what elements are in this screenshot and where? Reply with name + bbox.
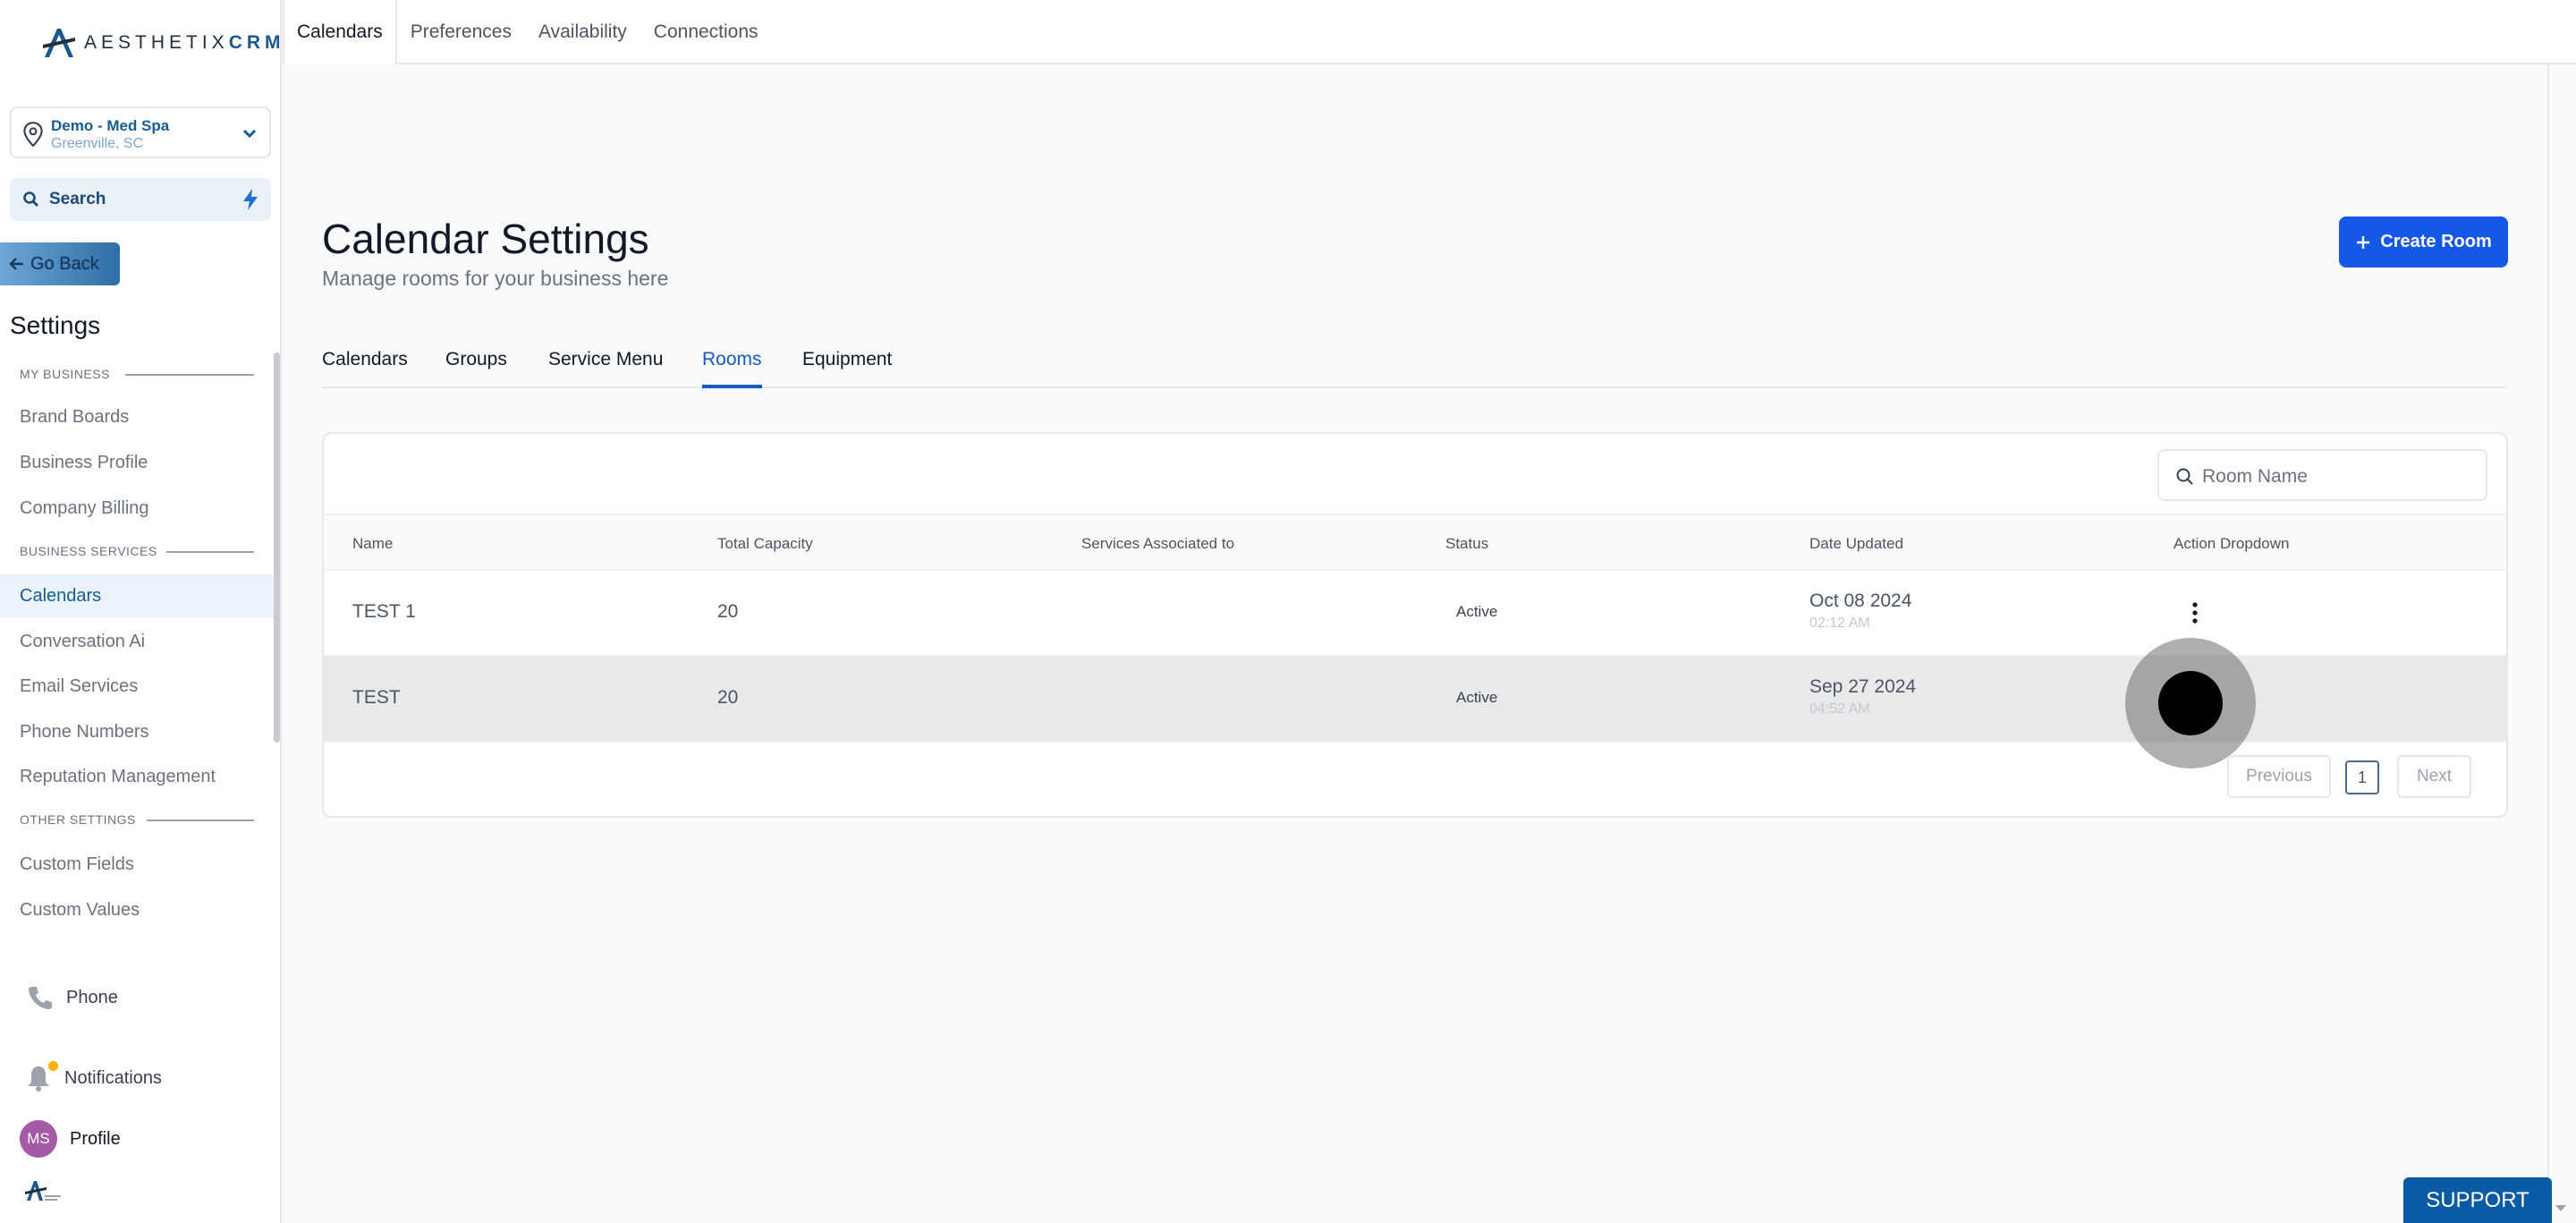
logo-text: AESTHETIXCRM [84,32,285,53]
time-updated: 02:12 AM [1809,616,1870,631]
sidebar-item-email-services[interactable]: Email Services [0,665,274,708]
location-city: Greenville, SC [51,136,144,151]
chevron-down-icon[interactable] [2555,1204,2567,1213]
toptab-calendars[interactable]: Calendars [283,0,397,64]
notifications-button[interactable]: Notifications [25,1061,162,1093]
create-room-button[interactable]: Create Room [2339,217,2508,268]
settings-tabs: Calendars Groups Service Menu Rooms Equi… [322,342,2508,388]
room-capacity: 20 [717,687,739,708]
tab-groups[interactable]: Groups [445,349,507,388]
lightning-icon[interactable] [241,188,260,211]
brand-logo[interactable]: AESTHETIXCRM [41,25,285,61]
create-room-label: Create Room [2380,232,2492,251]
location-switcher[interactable]: Demo - Med Spa Greenville, SC [10,106,271,158]
small-logo-icon [25,1181,61,1201]
phone-icon [29,987,52,1009]
toptab-preferences[interactable]: Preferences [397,0,525,64]
room-name-search[interactable]: Room Name [2157,449,2487,501]
support-button[interactable]: SUPPORT [2403,1177,2552,1223]
go-back-label: Go Back [30,253,99,274]
sidebar-scrollbar[interactable] [274,352,280,743]
sidebar-item-calendars[interactable]: Calendars [0,574,274,617]
status-badge: Active [1456,689,1498,706]
search-icon [23,191,38,207]
column-name[interactable]: Name [352,535,393,553]
section-business-services: BUSINESS SERVICES [20,544,157,558]
room-name: TEST [352,687,401,708]
notification-dot [48,1061,58,1071]
column-services[interactable]: Services Associated to [1081,535,1234,553]
sidebar-item-conversation-ai[interactable]: Conversation Ai [0,620,274,663]
page-number-button[interactable]: 1 [2345,760,2379,794]
room-capacity: 20 [717,601,739,622]
click-indicator-dot [2158,671,2223,735]
tab-service-menu[interactable]: Service Menu [548,349,663,388]
location-name: Demo - Med Spa [51,117,170,134]
column-total-capacity[interactable]: Total Capacity [717,535,813,553]
chevron-down-icon [242,129,257,139]
column-date-updated[interactable]: Date Updated [1809,535,1903,553]
date-updated: Sep 27 2024 [1809,676,1917,697]
go-back-button[interactable]: Go Back [0,242,120,285]
page-scrollbar[interactable] [2547,64,2576,1223]
column-action-dropdown: Action Dropdown [2174,535,2290,552]
toptab-connections[interactable]: Connections [640,0,772,64]
room-name-placeholder: Room Name [2202,466,2308,487]
previous-page-button[interactable]: Previous [2227,755,2331,798]
top-tabs: Calendars Preferences Availability Conne… [283,0,2576,64]
room-name: TEST 1 [352,601,416,622]
next-page-button[interactable]: Next [2397,755,2471,798]
sidebar-item-phone-numbers[interactable]: Phone Numbers [0,710,274,753]
date-updated: Oct 08 2024 [1809,590,1912,611]
section-divider [147,820,254,821]
phone-button[interactable]: Phone [27,984,118,1011]
sidebar-item-business-profile[interactable]: Business Profile [0,441,274,484]
plus-icon [2357,235,2370,249]
status-badge: Active [1456,603,1498,620]
search-label: Search [49,190,106,208]
tab-rooms[interactable]: Rooms [702,349,762,388]
section-divider [166,551,254,553]
section-divider [125,374,254,376]
toptab-availability[interactable]: Availability [525,0,640,64]
column-status[interactable]: Status [1445,535,1488,553]
tab-calendars[interactable]: Calendars [322,349,408,388]
sidebar-item-brand-boards[interactable]: Brand Boards [0,395,274,438]
page-title: Calendar Settings [322,216,649,262]
sidebar-search[interactable]: Search [10,178,271,221]
notifications-label: Notifications [64,1067,162,1088]
sidebar-item-company-billing[interactable]: Company Billing [0,487,274,530]
table-header: Name Total Capacity Services Associated … [324,514,2506,571]
tab-equipment[interactable]: Equipment [802,349,892,388]
avatar: MS [20,1120,57,1158]
sidebar: AESTHETIXCRM Demo - Med Spa Greenville, … [0,0,282,1223]
phone-label: Phone [66,987,118,1007]
section-my-business: MY BUSINESS [20,367,110,381]
bell-icon [25,1061,58,1093]
more-vertical-icon[interactable] [2190,601,2199,624]
sidebar-item-custom-values[interactable]: Custom Values [0,888,274,931]
settings-title: Settings [10,311,101,339]
profile-button[interactable]: MS Profile [20,1120,121,1158]
search-icon [2176,468,2193,485]
sidebar-item-reputation-management[interactable]: Reputation Management [0,755,274,798]
profile-label: Profile [70,1128,121,1149]
section-other-settings: OTHER SETTINGS [20,812,136,827]
sidebar-item-custom-fields[interactable]: Custom Fields [0,843,274,886]
map-pin-icon [23,122,43,148]
time-updated: 04:52 AM [1809,701,1870,717]
page-subtitle: Manage rooms for your business here [322,267,669,290]
logo-mark-icon [43,29,75,57]
arrow-left-icon [9,258,23,270]
